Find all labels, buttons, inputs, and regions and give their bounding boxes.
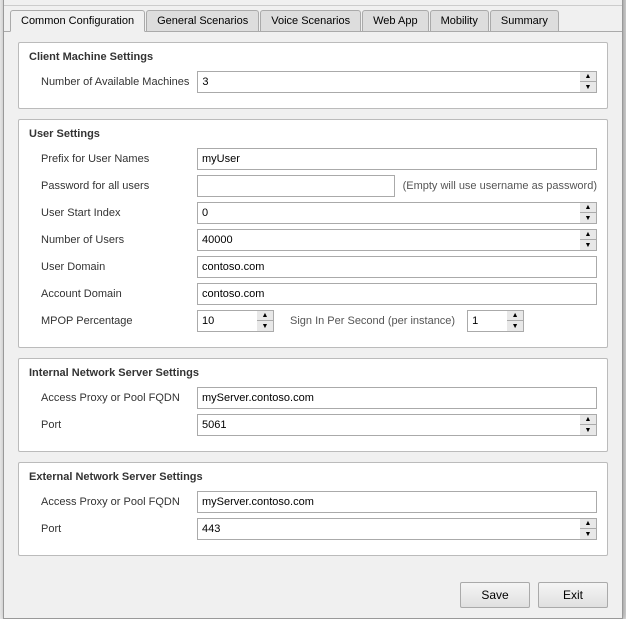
user-start-index-spinner-buttons: ▲ ▼ [580, 202, 597, 224]
signin-input[interactable] [467, 310, 507, 332]
internal-network-section: Internal Network Server Settings Access … [18, 358, 608, 452]
external-network-section: External Network Server Settings Access … [18, 462, 608, 556]
user-settings-section: User Settings Prefix for User Names Pass… [18, 119, 608, 348]
num-users-input[interactable] [197, 229, 580, 251]
mpop-down[interactable]: ▼ [257, 321, 273, 331]
user-start-index-down[interactable]: ▼ [580, 213, 596, 223]
tab-general-scenarios[interactable]: General Scenarios [146, 10, 259, 31]
tab-web-app[interactable]: Web App [362, 10, 428, 31]
internal-port-spinner-buttons: ▲ ▼ [580, 414, 597, 436]
external-port-up[interactable]: ▲ [580, 519, 596, 529]
external-port-spinner: ▲ ▼ [197, 518, 597, 540]
num-machines-row: Number of Available Machines ▲ ▼ [29, 71, 597, 93]
exit-button[interactable]: Exit [538, 582, 608, 608]
internal-fqdn-input[interactable] [197, 387, 597, 409]
num-users-spinner-buttons: ▲ ▼ [580, 229, 597, 251]
user-start-index-spinner: ▲ ▼ [197, 202, 597, 224]
password-input[interactable] [197, 175, 395, 197]
main-window: Skype for Business Server 2015 Load Conf… [3, 0, 623, 619]
file-menu[interactable]: File [10, 0, 45, 3]
account-domain-input[interactable] [197, 283, 597, 305]
internal-fqdn-label: Access Proxy or Pool FQDN [29, 392, 189, 404]
num-users-label: Number of Users [29, 234, 189, 246]
internal-port-down[interactable]: ▼ [580, 425, 596, 435]
internal-fqdn-row: Access Proxy or Pool FQDN [29, 387, 597, 409]
prefix-input[interactable] [197, 148, 597, 170]
mpop-spinner: ▲ ▼ [197, 310, 274, 332]
num-machines-down[interactable]: ▼ [580, 82, 596, 92]
num-users-up[interactable]: ▲ [580, 230, 596, 240]
user-start-index-input[interactable] [197, 202, 580, 224]
save-button[interactable]: Save [460, 582, 530, 608]
num-machines-spinner-buttons: ▲ ▼ [580, 71, 597, 93]
signin-spinner-buttons: ▲ ▼ [507, 310, 524, 332]
num-machines-up[interactable]: ▲ [580, 72, 596, 82]
internal-network-title: Internal Network Server Settings [29, 367, 597, 379]
tab-summary[interactable]: Summary [490, 10, 559, 31]
mpop-row: MPOP Percentage ▲ ▼ Sign In Per Second (… [29, 310, 597, 332]
mpop-spinner-buttons: ▲ ▼ [257, 310, 274, 332]
internal-port-input[interactable] [197, 414, 580, 436]
signin-down[interactable]: ▼ [507, 321, 523, 331]
internal-port-row: Port ▲ ▼ [29, 414, 597, 436]
num-machines-spinner: ▲ ▼ [197, 71, 597, 93]
external-fqdn-row: Access Proxy or Pool FQDN [29, 491, 597, 513]
tab-bar: Common Configuration General Scenarios V… [4, 6, 622, 32]
password-hint: (Empty will use username as password) [403, 180, 597, 192]
external-port-down[interactable]: ▼ [580, 529, 596, 539]
account-domain-label: Account Domain [29, 288, 189, 300]
user-domain-row: User Domain [29, 256, 597, 278]
user-settings-title: User Settings [29, 128, 597, 140]
num-machines-input[interactable] [197, 71, 580, 93]
signin-label: Sign In Per Second (per instance) [290, 315, 455, 327]
user-start-index-label: User Start Index [29, 207, 189, 219]
client-machine-title: Client Machine Settings [29, 51, 597, 63]
tab-voice-scenarios[interactable]: Voice Scenarios [260, 10, 361, 31]
external-port-label: Port [29, 523, 189, 535]
internal-port-up[interactable]: ▲ [580, 415, 596, 425]
num-users-down[interactable]: ▼ [580, 240, 596, 250]
signin-up[interactable]: ▲ [507, 311, 523, 321]
num-machines-label: Number of Available Machines [29, 76, 189, 88]
external-fqdn-label: Access Proxy or Pool FQDN [29, 496, 189, 508]
num-users-row: Number of Users ▲ ▼ [29, 229, 597, 251]
user-start-index-row: User Start Index ▲ ▼ [29, 202, 597, 224]
tab-content: Client Machine Settings Number of Availa… [4, 32, 622, 576]
client-machine-section: Client Machine Settings Number of Availa… [18, 42, 608, 109]
user-domain-input[interactable] [197, 256, 597, 278]
footer: Save Exit [4, 576, 622, 618]
external-port-input[interactable] [197, 518, 580, 540]
tab-common-configuration[interactable]: Common Configuration [10, 10, 145, 32]
password-row: Password for all users (Empty will use u… [29, 175, 597, 197]
num-users-spinner: ▲ ▼ [197, 229, 597, 251]
prefix-label: Prefix for User Names [29, 153, 189, 165]
mpop-up[interactable]: ▲ [257, 311, 273, 321]
external-port-spinner-buttons: ▲ ▼ [580, 518, 597, 540]
internal-port-label: Port [29, 419, 189, 431]
external-network-title: External Network Server Settings [29, 471, 597, 483]
mpop-input[interactable] [197, 310, 257, 332]
account-domain-row: Account Domain [29, 283, 597, 305]
password-label: Password for all users [29, 180, 189, 192]
internal-port-spinner: ▲ ▼ [197, 414, 597, 436]
mpop-label: MPOP Percentage [29, 315, 189, 327]
prefix-row: Prefix for User Names [29, 148, 597, 170]
tab-mobility[interactable]: Mobility [430, 10, 489, 31]
user-start-index-up[interactable]: ▲ [580, 203, 596, 213]
user-domain-label: User Domain [29, 261, 189, 273]
external-port-row: Port ▲ ▼ [29, 518, 597, 540]
signin-spinner: ▲ ▼ [467, 310, 524, 332]
external-fqdn-input[interactable] [197, 491, 597, 513]
